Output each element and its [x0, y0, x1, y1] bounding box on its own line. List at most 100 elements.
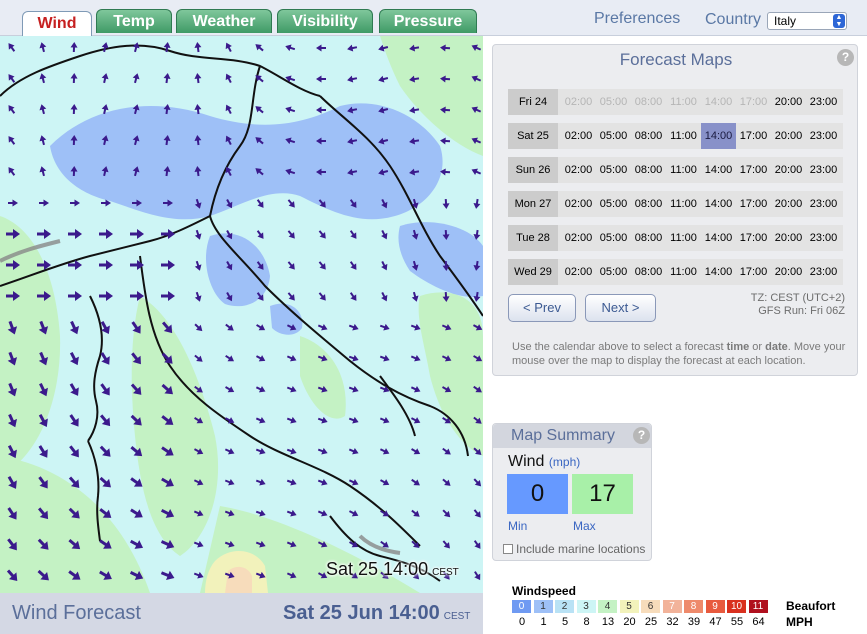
calendar-time-cell[interactable]: 11:00: [666, 259, 701, 285]
calendar-time-cell[interactable]: 08:00: [631, 225, 666, 251]
wind-map-canvas: [0, 36, 483, 593]
country-value: Italy: [774, 14, 797, 28]
legend-swatch: 1: [533, 600, 553, 613]
calendar-time-cell[interactable]: 20:00: [771, 225, 806, 251]
calendar-time-cell[interactable]: 08:00: [631, 191, 666, 217]
calendar-time-cell[interactable]: 08:00: [631, 259, 666, 285]
legend-swatch: 8: [684, 600, 703, 613]
legend-mph-value: 5: [561, 616, 569, 628]
calendar-time-cell[interactable]: 05:00: [596, 123, 631, 149]
include-marine-checkbox[interactable]: Include marine locations: [503, 542, 645, 556]
calendar-time-cell[interactable]: 14:00: [701, 225, 736, 251]
forecast-panel: Forecast Maps ? Fri 24 02:00 05:00 08:00 11:…: [492, 44, 858, 376]
legend-mph-value: 25: [644, 616, 658, 628]
tab-wind[interactable]: Wind: [22, 11, 92, 37]
calendar-time-cell[interactable]: 20:00: [771, 259, 806, 285]
calendar-time-cell[interactable]: 20:00: [771, 89, 806, 115]
footer-date-tz: CEST: [443, 611, 471, 622]
calendar-time-cell[interactable]: 14:00: [701, 157, 736, 183]
map-time-value: Sat 25 14:00: [326, 559, 429, 579]
calendar-time-cell[interactable]: 08:00: [631, 123, 666, 149]
wind-map[interactable]: Sat 25 14:00 CEST: [0, 36, 483, 593]
tab-visibility[interactable]: Visibility: [277, 9, 373, 33]
next-button[interactable]: Next >: [585, 294, 656, 322]
calendar-row: Mon 27 02:00 05:00 08:00 11:00 14:00 17:00 20:0…: [508, 191, 843, 217]
summary-variable: Wind (mph): [508, 453, 580, 471]
calendar-day-label[interactable]: Sun 26: [508, 157, 558, 183]
calendar-time-cell[interactable]: 14:00: [701, 123, 736, 149]
calendar-time-cell[interactable]: 23:00: [806, 89, 841, 115]
help-icon[interactable]: ?: [837, 49, 854, 66]
legend-mph-value: 64: [752, 616, 765, 628]
calendar-day-label[interactable]: Wed 29: [508, 259, 558, 285]
legend-swatch: 5: [619, 600, 639, 613]
tab-pressure[interactable]: Pressure: [379, 9, 477, 33]
tab-weather[interactable]: Weather: [176, 9, 272, 33]
calendar-day-label[interactable]: Tue 28: [508, 225, 558, 251]
summary-header: Map Summary ?: [493, 424, 651, 448]
preferences-link[interactable]: Preferences: [594, 10, 680, 28]
calendar-time-cell[interactable]: 02:00: [561, 123, 596, 149]
prev-button[interactable]: < Prev: [508, 294, 576, 322]
map-summary-panel: Map Summary ? Wind (mph) 0 17 Min Max In…: [492, 423, 652, 561]
calendar-time-cell[interactable]: 23:00: [806, 191, 841, 217]
calendar-time-cell[interactable]: 11:00: [666, 157, 701, 183]
calendar-time-cell[interactable]: 05:00: [596, 225, 631, 251]
legend-swatch: 2: [555, 600, 574, 613]
calendar-time-cell[interactable]: 17:00: [736, 225, 771, 251]
calendar-time-cell[interactable]: 02:00: [561, 259, 596, 285]
summary-variable-name: Wind: [508, 453, 545, 470]
calendar-time-cell[interactable]: 11:00: [666, 225, 701, 251]
calendar-time-cell[interactable]: 05:00: [596, 259, 631, 285]
summary-unit: (mph): [548, 455, 581, 469]
legend-mph-label: MPH: [786, 615, 813, 629]
legend-beaufort-label: Beaufort: [786, 599, 836, 613]
calendar-time-cell[interactable]: 17:00: [736, 123, 771, 149]
calendar-time-cell[interactable]: 23:00: [806, 157, 841, 183]
country-label: Country: [705, 11, 762, 28]
calendar-time-cell[interactable]: 02:00: [561, 225, 596, 251]
calendar-time-cell: 02:00: [564, 96, 593, 108]
forecast-title: Forecast Maps: [619, 50, 733, 69]
tab-temp[interactable]: Temp: [96, 9, 172, 33]
country-select[interactable]: Italy ▲ ▼: [767, 12, 847, 30]
calendar-time-cell[interactable]: 11:00: [666, 123, 701, 149]
calendar-time-cell[interactable]: 05:00: [596, 191, 631, 217]
map-time-tz: CEST: [432, 567, 459, 578]
calendar-time-cell[interactable]: 17:00: [736, 259, 771, 285]
calendar-time-cell: 05:00: [599, 96, 628, 108]
legend-mph-value: 20: [623, 616, 636, 628]
calendar-time-cell[interactable]: 17:00: [736, 191, 771, 217]
summary-help-icon[interactable]: ?: [633, 427, 650, 444]
legend-mph-value: 1: [540, 616, 547, 628]
calendar-time-cell[interactable]: 20:00: [771, 157, 806, 183]
calendar-time-cell: 11:00: [670, 96, 697, 108]
calendar-time-cell[interactable]: 23:00: [806, 123, 841, 149]
calendar-time-cell[interactable]: 05:00: [596, 157, 631, 183]
calendar-time-cell: 17:00: [739, 96, 768, 108]
calendar-time-cell[interactable]: 20:00: [771, 123, 806, 149]
calendar-day-label[interactable]: Fri 24: [508, 89, 558, 115]
legend-swatch: 10: [727, 600, 746, 613]
calendar-time-cell[interactable]: 23:00: [806, 225, 841, 251]
include-marine-label: Include marine locations: [516, 542, 646, 556]
legend-swatch: 7: [662, 600, 682, 613]
calendar-time-cell[interactable]: 17:00: [736, 157, 771, 183]
calendar-time-cell[interactable]: 14:00: [701, 191, 736, 217]
calendar-day-label[interactable]: Sat 25: [508, 123, 558, 149]
calendar-time-cell[interactable]: 11:00: [666, 191, 701, 217]
calendar-time-cell[interactable]: 14:00: [701, 259, 736, 285]
legend-swatch: 0: [512, 600, 531, 613]
checkbox-box[interactable]: [503, 544, 513, 554]
calendar-time-cell[interactable]: 20:00: [771, 191, 806, 217]
calendar-day-label[interactable]: Mon 27: [508, 191, 558, 217]
legend-swatch: 9: [705, 600, 725, 613]
calendar-time-cell[interactable]: 02:00: [561, 157, 596, 183]
calendar-time-cell[interactable]: 23:00: [806, 259, 841, 285]
min-wind-value: 0: [507, 474, 568, 514]
calendar-time-cell[interactable]: 08:00: [631, 157, 666, 183]
footer-title: Wind Forecast: [12, 602, 141, 624]
calendar-time-cell[interactable]: 02:00: [561, 191, 596, 217]
instructions-time: time: [726, 341, 750, 353]
timezone-info: TZ: CEST (UTC+2): [750, 292, 845, 304]
